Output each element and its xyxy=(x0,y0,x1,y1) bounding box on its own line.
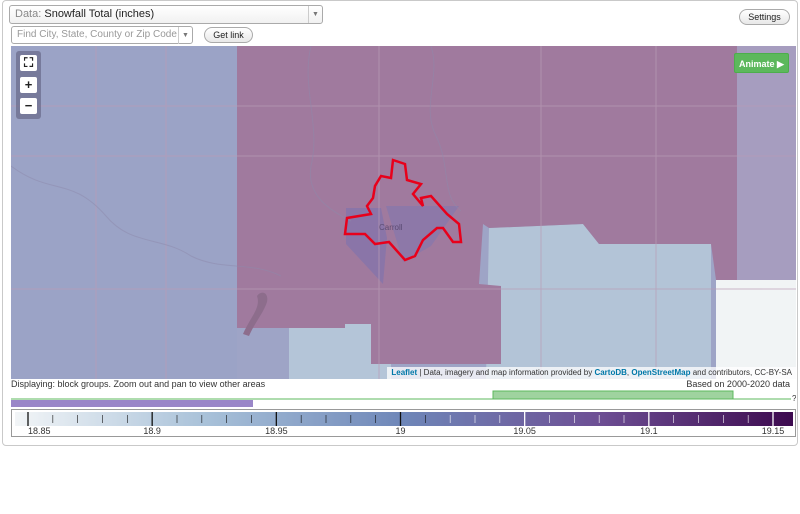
leaflet-link[interactable]: Leaflet xyxy=(391,368,417,377)
osm-link[interactable]: OpenStreetMap xyxy=(631,368,690,377)
svg-text:Carroll: Carroll xyxy=(379,223,403,232)
cartodb-link[interactable]: CartoDB xyxy=(594,368,626,377)
map-tiles: Carroll xyxy=(11,46,796,379)
data-select-label: Data: xyxy=(15,8,42,20)
fit-bounds-icon[interactable]: ⛶ xyxy=(20,55,37,71)
search-placeholder: Find City, State, County or Zip Code xyxy=(17,29,177,40)
get-link-button[interactable]: Get link xyxy=(204,27,253,43)
legend-tick-label: 19.1 xyxy=(640,426,658,436)
attribution-text-1: | Data, imagery and map information prov… xyxy=(417,368,595,377)
color-legend: 18.85 18.9 18.95 19 19.05 19.1 19.15 xyxy=(11,409,796,437)
animate-button[interactable]: Animate ▶ xyxy=(734,53,789,73)
zoom-out-button[interactable]: − xyxy=(20,98,37,114)
map-attribution: Leaflet | Data, imagery and map informat… xyxy=(387,367,796,379)
legend-tick-label: 19 xyxy=(395,426,405,436)
attribution-text-2: and contributors, CC-BY-SA xyxy=(690,368,792,377)
zoom-in-button[interactable]: + xyxy=(20,77,37,93)
data-select[interactable]: Data: Snowfall Total (inches) ▼ xyxy=(9,5,323,24)
legend-tick-label: 18.85 xyxy=(28,426,51,436)
search-input[interactable]: Find City, State, County or Zip Code ▼ xyxy=(11,26,193,44)
legend-tick-label: 18.9 xyxy=(143,426,161,436)
chevron-down-icon[interactable]: ▼ xyxy=(308,6,322,23)
legend-tick-label: 18.95 xyxy=(265,426,288,436)
data-select-value: Snowfall Total (inches) xyxy=(44,8,155,20)
zoom-control: ⛶ + − xyxy=(16,51,41,119)
map-view[interactable]: Carroll ⛶ + − Animate ▶ Leaflet | Data, … xyxy=(11,46,796,379)
legend-scale: 18.85 18.9 18.95 19 19.05 19.1 19.15 xyxy=(15,412,793,436)
app-frame: Data: Snowfall Total (inches) ▼ Find Cit… xyxy=(2,0,798,446)
legend-tick-label: 19.05 xyxy=(513,426,536,436)
chevron-down-icon[interactable]: ▼ xyxy=(178,27,192,44)
data-range-note: Based on 2000-2020 data xyxy=(686,379,790,389)
legend-tick-label: 19.15 xyxy=(762,426,785,436)
histogram-marker: ? xyxy=(792,394,796,403)
displaying-note: Displaying: block groups. Zoom out and p… xyxy=(11,379,266,389)
settings-button[interactable]: Settings xyxy=(739,9,790,25)
value-histogram: ? xyxy=(11,390,796,407)
